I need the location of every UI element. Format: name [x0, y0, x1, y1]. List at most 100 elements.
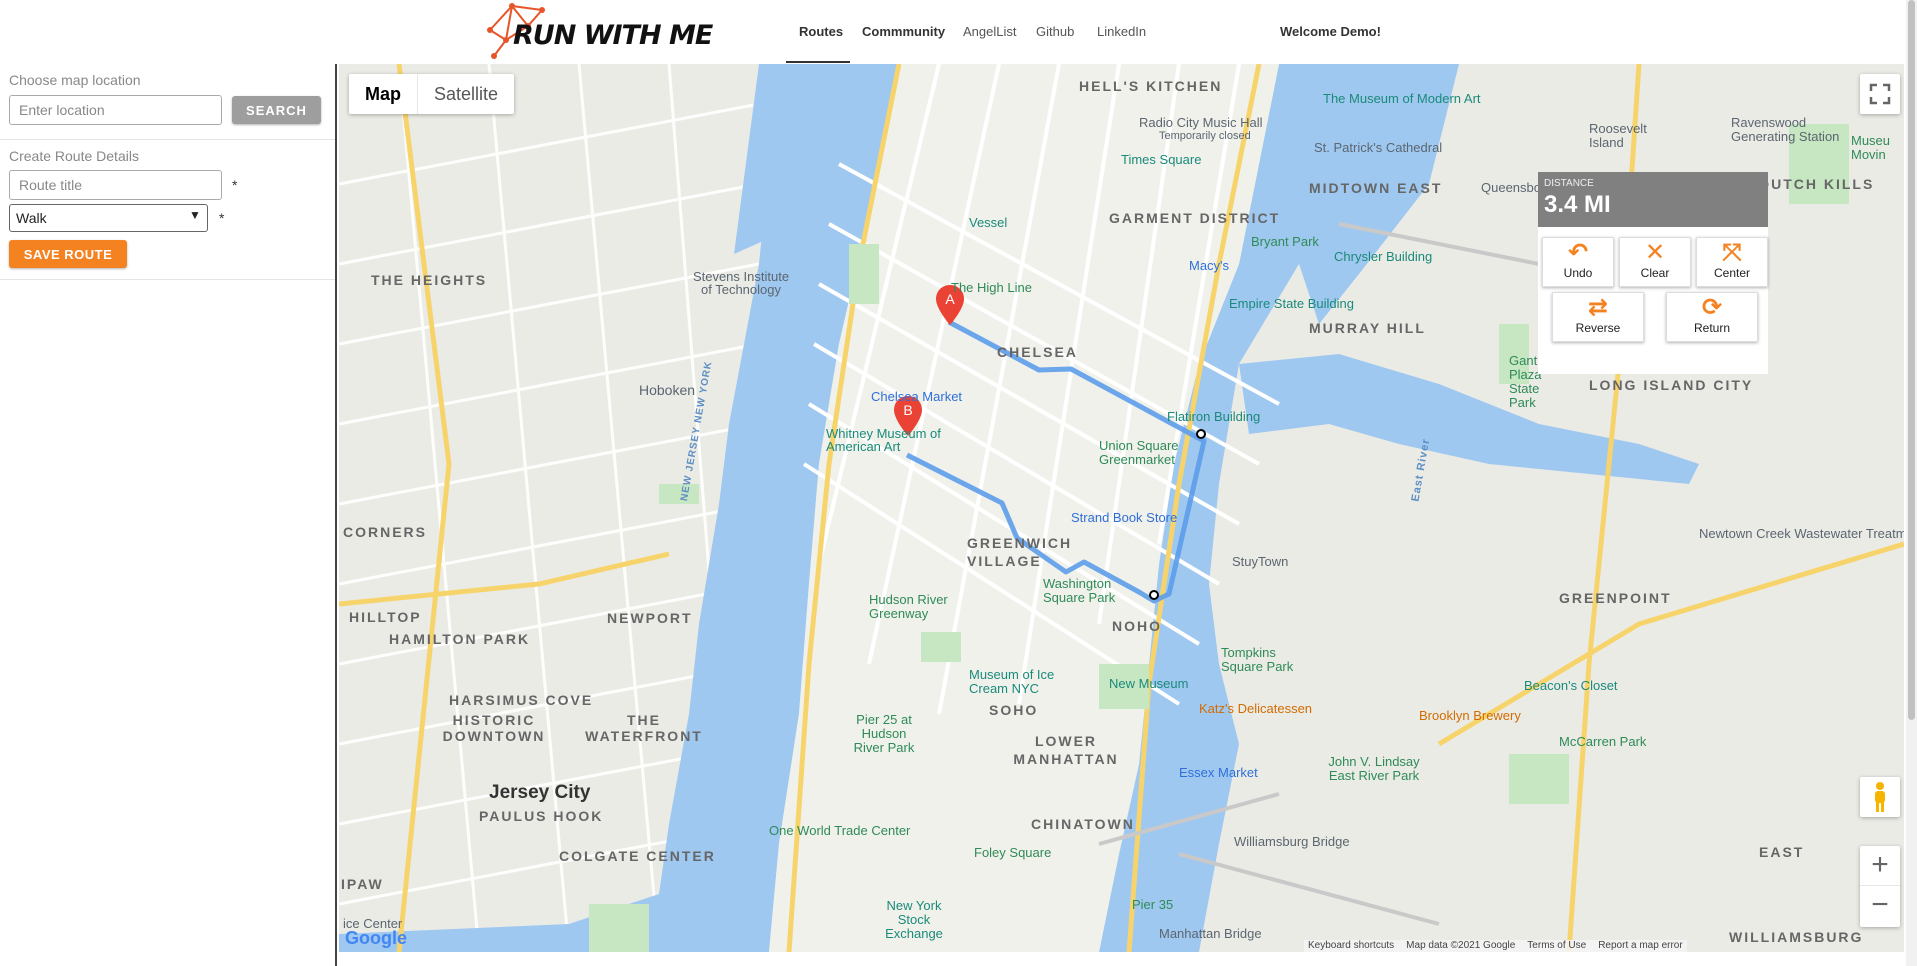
map-label: New Museum	[1109, 676, 1189, 691]
google-logo[interactable]: Google	[345, 928, 407, 949]
reverse-label: Reverse	[1575, 321, 1621, 335]
keyboard-shortcuts-link[interactable]: Keyboard shortcuts	[1308, 940, 1394, 952]
map-label: HISTORIC DOWNTOWN	[442, 712, 546, 744]
save-route-button[interactable]: SAVE ROUTE	[9, 240, 127, 268]
map-label: Museu Movin	[1851, 133, 1891, 162]
page-scrollbar[interactable]	[1906, 0, 1917, 966]
return-label: Return	[1693, 321, 1731, 335]
map-label: Hudson River Greenway	[869, 592, 948, 621]
map-label: StuyTown	[1232, 554, 1289, 569]
reverse-button[interactable]: ⇄ Reverse	[1552, 292, 1644, 342]
map-label: SOHO	[989, 702, 1039, 718]
return-button[interactable]: ⟳ Return	[1666, 292, 1758, 342]
nav-github[interactable]: Github	[1036, 24, 1074, 39]
map-label: Ravenswood Generating Station	[1731, 115, 1840, 144]
map-type-map[interactable]: Map	[349, 74, 417, 114]
map-label: McCarren Park	[1559, 734, 1647, 749]
map-label: Stevens Institute of Technology	[692, 269, 790, 297]
clear-button[interactable]: ✕ Clear	[1619, 237, 1691, 287]
zoom-out-button[interactable]: −	[1860, 886, 1900, 926]
nav-community[interactable]: Commmunity	[862, 24, 945, 39]
scrollbar-thumb[interactable]	[1908, 0, 1915, 720]
map-label: LOWER MANHATTAN	[1013, 733, 1119, 767]
zoom-in-button[interactable]: +	[1860, 846, 1900, 886]
map-label: GARMENT DISTRICT	[1109, 210, 1281, 226]
map-label: Times Square	[1121, 152, 1202, 167]
map-label: CHELSEA	[997, 344, 1078, 360]
fullscreen-button[interactable]	[1860, 74, 1900, 114]
map-label: One World Trade Center	[769, 823, 911, 838]
map-type-satellite[interactable]: Satellite	[417, 74, 514, 114]
nav-routes[interactable]: Routes	[799, 24, 843, 39]
center-label: Center	[1713, 266, 1751, 280]
map-label: COLGATE CENTER	[559, 848, 716, 864]
zoom-control: + −	[1860, 846, 1900, 927]
map-label: Beacon's Closet	[1524, 678, 1618, 693]
map-label: HELL'S KITCHEN	[1079, 78, 1223, 94]
nav-active-indicator	[786, 61, 850, 63]
map-label: Katz's Delicatessen	[1199, 701, 1313, 716]
map-label: Roosevelt Island	[1589, 121, 1647, 150]
map-label: Temporarily closed	[1159, 130, 1251, 142]
map-label: Newtown Creek Wastewater Treatment...	[1699, 526, 1904, 541]
map-label: Chelsea Market	[871, 389, 963, 404]
street-view-button[interactable]	[1860, 777, 1900, 817]
map-label: WILLIAMSBURG	[1729, 929, 1864, 945]
map-label: Union Square Greenmarket	[1099, 438, 1179, 467]
distance-label: DISTANCE	[1544, 178, 1594, 189]
center-button[interactable]: ⤧ Center	[1696, 237, 1768, 287]
location-heading: Choose map location	[9, 72, 141, 88]
map-label: Empire State Building	[1229, 296, 1355, 311]
distance-header: DISTANCE 3.4 MI	[1538, 172, 1768, 227]
map-label: Bryant Park	[1251, 234, 1319, 249]
close-icon: ✕	[1644, 239, 1666, 266]
map-label: Essex Market	[1179, 765, 1258, 780]
terms-link[interactable]: Terms of Use	[1527, 940, 1586, 952]
undo-button[interactable]: ↶ Undo	[1542, 237, 1614, 287]
map-label: Brooklyn Brewery	[1419, 708, 1521, 723]
swap-icon: ⇄	[1587, 294, 1609, 321]
marker-label: B	[903, 402, 912, 418]
map-label: New York Stock Exchange	[885, 898, 943, 941]
map-label: Strand Book Store	[1071, 510, 1178, 525]
map-label: MURRAY HILL	[1309, 320, 1426, 336]
map-label: DUTCH KILLS	[1759, 176, 1875, 192]
map-label: The High Line	[951, 280, 1032, 295]
map-label: THE WATERFRONT	[585, 712, 703, 744]
map-label: HAMILTON PARK	[389, 631, 531, 647]
return-icon: ⟳	[1701, 294, 1723, 321]
map-label: Vessel	[969, 215, 1008, 230]
map-label: Whitney Museum of American Art	[826, 426, 941, 454]
search-button[interactable]: SEARCH	[232, 96, 321, 124]
logo-text[interactable]: RUN WITH ME	[513, 20, 713, 51]
map-label: EAST	[1759, 844, 1805, 860]
chevron-down-icon: ▼	[189, 208, 201, 222]
map-label: GREENPOINT	[1559, 590, 1672, 606]
map-label: Manhattan Bridge	[1159, 926, 1262, 941]
map-label: CHINATOWN	[1031, 816, 1135, 832]
map-label: HARSIMUS COVE	[449, 692, 594, 708]
map-label: PAULUS HOOK	[479, 808, 604, 824]
map-label: Washington Square Park	[1043, 576, 1116, 605]
nav-angellist[interactable]: AngelList	[963, 24, 1016, 39]
required-mark: *	[219, 210, 225, 226]
fullscreen-icon	[1869, 83, 1891, 105]
clear-label: Clear	[1640, 266, 1670, 280]
nav-linkedin[interactable]: LinkedIn	[1097, 24, 1146, 39]
map-label: Museum of Ice Cream NYC	[969, 667, 1055, 696]
map-label: NOHO	[1112, 618, 1162, 634]
map-attribution: Keyboard shortcuts Map data ©2021 Google…	[1304, 940, 1687, 952]
map-label: Foley Square	[974, 845, 1052, 860]
report-error-link[interactable]: Report a map error	[1598, 940, 1682, 952]
route-title-input[interactable]	[9, 170, 222, 200]
map-label: Pier 25 at Hudson River Park	[853, 712, 915, 755]
activity-select[interactable]: Walk	[9, 204, 208, 232]
undo-label: Undo	[1563, 266, 1593, 280]
map-label: CORNERS	[343, 524, 428, 540]
map-label: MIDTOWN EAST	[1309, 180, 1443, 196]
map-label: Williamsburg Bridge	[1234, 834, 1350, 849]
map-label: John V. Lindsay East River Park	[1328, 754, 1420, 783]
location-input[interactable]	[9, 95, 222, 125]
map-label: THE HEIGHTS	[371, 272, 488, 288]
undo-icon: ↶	[1567, 239, 1589, 266]
